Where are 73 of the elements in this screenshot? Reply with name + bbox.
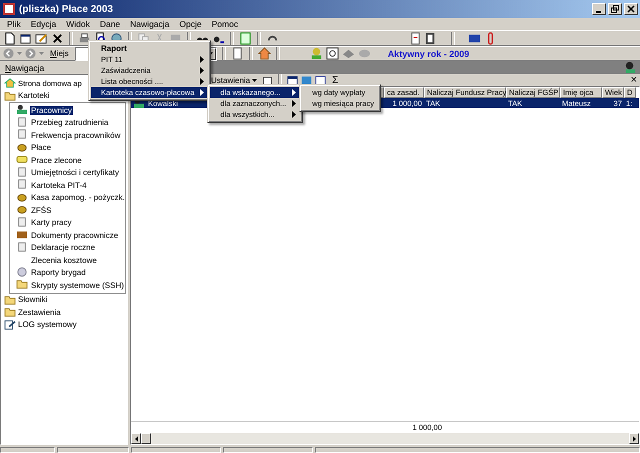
scroll-left-button[interactable] (131, 433, 141, 444)
new-document-icon[interactable] (3, 32, 16, 44)
document-icon (16, 116, 28, 127)
menu-item[interactable]: Widok (61, 19, 95, 29)
folder-icon (4, 294, 16, 305)
tree-item[interactable]: Przebieg zatrudnienia (30, 118, 110, 128)
house-icon (4, 78, 16, 88)
tag-icon (16, 154, 28, 164)
tree-item[interactable]: Kartoteka PIT-4 (30, 180, 88, 190)
spreadsheet-icon[interactable] (239, 32, 252, 44)
restore-button[interactable] (608, 3, 622, 15)
columns-icon[interactable] (301, 74, 312, 86)
navigation-header: Nawigacja (5, 62, 44, 72)
menu-item[interactable]: Nawigacja (125, 19, 174, 29)
tree-item[interactable]: Kasa zapomog. - pożyczk. (30, 193, 126, 202)
menu-item[interactable]: Edycja (26, 19, 62, 29)
caret-icon (252, 78, 258, 82)
active-year: Aktywny rok - 2009 (388, 48, 470, 58)
tree-item[interactable]: LOG systemowy (2, 318, 126, 331)
document-icon (16, 242, 28, 252)
horizontal-scrollbar[interactable] (131, 433, 639, 444)
menu-item[interactable]: Dane (94, 19, 126, 29)
left-arrow-icon (134, 436, 138, 442)
people-icon (16, 104, 28, 114)
properties-icon[interactable] (19, 32, 32, 44)
tree-item[interactable]: Zestawienia (2, 306, 126, 318)
right-arrow-icon (632, 436, 636, 442)
window-title: (pliszka) Płace 2003 (19, 4, 114, 14)
edit-icon[interactable] (35, 32, 48, 44)
folder-icon (16, 279, 28, 290)
tree-item[interactable]: Płace (30, 143, 52, 152)
minimize-button[interactable] (592, 3, 606, 15)
house-icon[interactable] (258, 47, 271, 60)
window-icon[interactable] (287, 74, 298, 86)
document-icon[interactable] (230, 47, 244, 60)
app-icon (2, 2, 16, 16)
tree-item[interactable]: Karty pracy (30, 218, 72, 228)
menu-item[interactable]: Plik (2, 19, 26, 29)
menu-item[interactable]: Opcje (174, 19, 207, 29)
properties-icon[interactable] (262, 74, 274, 86)
document-icon (16, 166, 28, 177)
people-icon[interactable] (624, 61, 637, 74)
tree-item[interactable]: Frekwencja pracowników (30, 130, 122, 140)
log-icon (4, 320, 16, 330)
folder-icon (4, 307, 16, 318)
folder-icon (4, 90, 16, 101)
back-button[interactable] (3, 48, 14, 59)
document-icon (16, 179, 28, 190)
tree-item[interactable]: Zlecenia kosztowe (30, 256, 98, 265)
forward-button[interactable] (25, 48, 36, 59)
document-icon (16, 129, 28, 140)
tree-item[interactable]: Raporty brygad (30, 268, 87, 278)
address-label: Miejs (49, 49, 70, 58)
close-button[interactable] (624, 3, 638, 15)
delete-icon[interactable] (51, 32, 64, 44)
tree-item[interactable]: Słowniki (2, 294, 126, 306)
tree-item[interactable]: Deklaracje roczne (30, 243, 96, 252)
tree-item[interactable]: ZFŚS (30, 206, 52, 215)
document-icon (16, 216, 28, 227)
menu-item[interactable]: Raport (91, 43, 208, 54)
menu-item[interactable]: Pomoc (206, 19, 244, 29)
close-icon (627, 5, 635, 13)
disc-icon (16, 266, 28, 277)
grid-icon[interactable] (315, 74, 326, 86)
tree-item[interactable]: Dokumenty pracownicze (30, 230, 120, 240)
scroll-thumb[interactable] (141, 433, 151, 444)
tree-item[interactable]: Skrypty systemowe (SSH) (30, 280, 125, 290)
tree-item[interactable]: Prace zlecone (30, 156, 83, 165)
tree-item[interactable]: Pracownicy (30, 106, 73, 115)
tree-item[interactable]: Umiejętności i certyfikaty (30, 168, 120, 178)
scroll-right-button[interactable] (629, 433, 639, 444)
restore-icon (611, 5, 619, 13)
printer-icon[interactable] (78, 32, 91, 44)
